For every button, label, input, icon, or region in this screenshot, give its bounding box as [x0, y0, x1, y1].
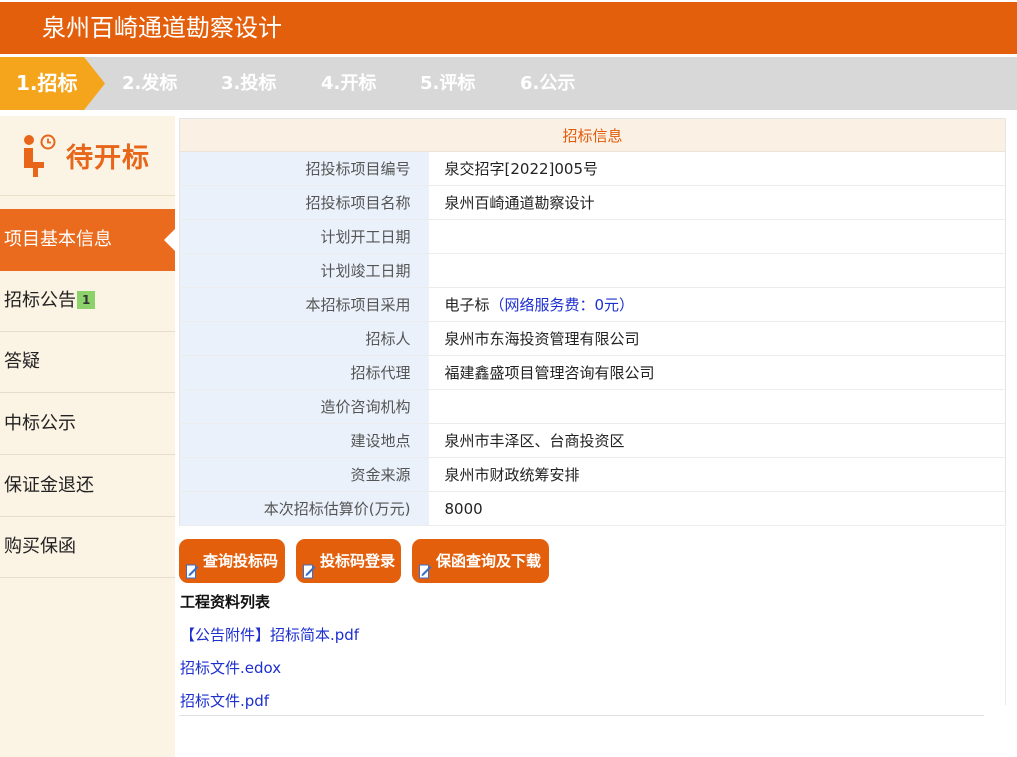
notice-count-badge: 1	[77, 291, 96, 309]
field-label: 造价咨询机构	[179, 389, 429, 424]
step-opening[interactable]: 4.开标	[321, 57, 376, 110]
sidebar-item-label: 购买保函	[4, 536, 76, 557]
step-bar: 1.招标 2.发标 3.投标 4.开标 5.评标 6.公示	[0, 57, 1017, 110]
service-fee-note: （网络服务费：0元）	[489, 296, 635, 314]
edit-document-icon	[419, 552, 432, 579]
step-tendering[interactable]: 3.投标	[221, 57, 276, 110]
guarantee-query-download-button[interactable]: 保函查询及下载	[412, 539, 549, 583]
field-value: 电子标（网络服务费：0元）	[428, 287, 1006, 322]
files-list-title: 工程资料列表	[180, 593, 271, 611]
table-row: 计划竣工日期	[179, 253, 1006, 288]
table-row: 招标代理 福建鑫盛项目管理咨询有限公司	[179, 355, 1006, 390]
content-divider	[179, 715, 984, 716]
sidebar-item-label: 中标公示	[4, 413, 76, 434]
sidebar: 待开标 项目基本信息 招标公告 1 答疑 中标公示 保证金退还 购买保函	[0, 116, 176, 757]
field-value: 8000	[428, 491, 1006, 526]
field-value	[428, 389, 1006, 424]
field-label: 招标人	[179, 321, 429, 356]
page-title: 泉州百崎通道勘察设计	[0, 2, 1017, 54]
sidebar-item-label: 招标公告	[4, 290, 76, 311]
field-label: 招投标项目名称	[179, 185, 429, 220]
field-label: 招标代理	[179, 355, 429, 390]
waiting-person-clock-icon	[20, 133, 60, 179]
table-row: 资金来源 泉州市财政统筹安排	[179, 457, 1006, 492]
field-value: 泉州百崎通道勘察设计	[428, 185, 1006, 220]
field-label: 计划开工日期	[179, 219, 429, 254]
field-label: 招投标项目编号	[179, 151, 429, 186]
sidebar-item-notice[interactable]: 招标公告 1	[0, 270, 175, 332]
sidebar-item-award-notice[interactable]: 中标公示	[0, 393, 175, 455]
bid-code-login-button[interactable]: 投标码登录	[296, 539, 401, 583]
field-label: 本招标项目采用	[179, 287, 429, 322]
field-value	[428, 253, 1006, 288]
field-label: 建设地点	[179, 423, 429, 458]
field-value: 泉州市丰泽区、台商投资区	[428, 423, 1006, 458]
field-value: 福建鑫盛项目管理咨询有限公司	[428, 355, 1006, 390]
file-link-tender-pdf[interactable]: 招标文件.pdf	[180, 690, 269, 711]
sidebar-item-label: 项目基本信息	[4, 229, 112, 250]
bidding-info-panel: 招标信息 招投标项目编号 泉交招字[2022]005号 招投标项目名称 泉州百崎…	[179, 118, 1006, 526]
file-link-tender-edox[interactable]: 招标文件.edox	[180, 657, 281, 678]
sidebar-item-deposit-refund[interactable]: 保证金退还	[0, 455, 175, 517]
field-value: 泉州市财政统筹安排	[428, 457, 1006, 492]
button-label: 保函查询及下载	[436, 552, 542, 570]
table-row: 建设地点 泉州市丰泽区、台商投资区	[179, 423, 1006, 458]
edit-document-icon	[303, 552, 316, 579]
query-bid-code-button[interactable]: 查询投标码	[179, 539, 285, 583]
table-caption: 招标信息	[179, 118, 1006, 152]
table-row: 招投标项目名称 泉州百崎通道勘察设计	[179, 185, 1006, 220]
table-row: 计划开工日期	[179, 219, 1006, 254]
table-row: 造价咨询机构	[179, 389, 1006, 424]
table-row: 本招标项目采用 电子标（网络服务费：0元）	[179, 287, 1006, 322]
sidebar-item-label: 答疑	[4, 351, 40, 372]
bidding-info-table: 招标信息 招投标项目编号 泉交招字[2022]005号 招投标项目名称 泉州百崎…	[179, 118, 1006, 526]
field-value	[428, 219, 1006, 254]
content-border-right	[1005, 527, 1006, 705]
field-label: 资金来源	[179, 457, 429, 492]
step-evaluation[interactable]: 5.评标	[420, 57, 475, 110]
step-publicity[interactable]: 6.公示	[520, 57, 575, 110]
button-label: 查询投标码	[203, 552, 279, 570]
edit-document-icon	[186, 552, 199, 579]
bid-type-value: 电子标	[444, 296, 490, 314]
status-box: 待开标	[0, 116, 175, 196]
table-row: 本次招标估算价(万元) 8000	[179, 491, 1006, 526]
field-label: 本次招标估算价(万元)	[179, 491, 429, 526]
table-row: 招标人 泉州市东海投资管理有限公司	[179, 321, 1006, 356]
status-text: 待开标	[66, 143, 150, 174]
sidebar-item-qa[interactable]: 答疑	[0, 331, 175, 393]
field-value: 泉州市东海投资管理有限公司	[428, 321, 1006, 356]
file-link-notice-attachment[interactable]: 【公告附件】招标简本.pdf	[180, 624, 359, 645]
field-value: 泉交招字[2022]005号	[428, 151, 1006, 186]
sidebar-item-label: 保证金退还	[4, 475, 94, 496]
button-label: 投标码登录	[320, 552, 396, 570]
sidebar-item-basic-info[interactable]: 项目基本信息	[0, 209, 176, 271]
step-issuing[interactable]: 2.发标	[122, 57, 177, 110]
table-row: 招投标项目编号 泉交招字[2022]005号	[179, 151, 1006, 186]
sidebar-item-buy-guarantee[interactable]: 购买保函	[0, 516, 175, 578]
field-label: 计划竣工日期	[179, 253, 429, 288]
step-bidding[interactable]: 1.招标	[0, 57, 105, 110]
